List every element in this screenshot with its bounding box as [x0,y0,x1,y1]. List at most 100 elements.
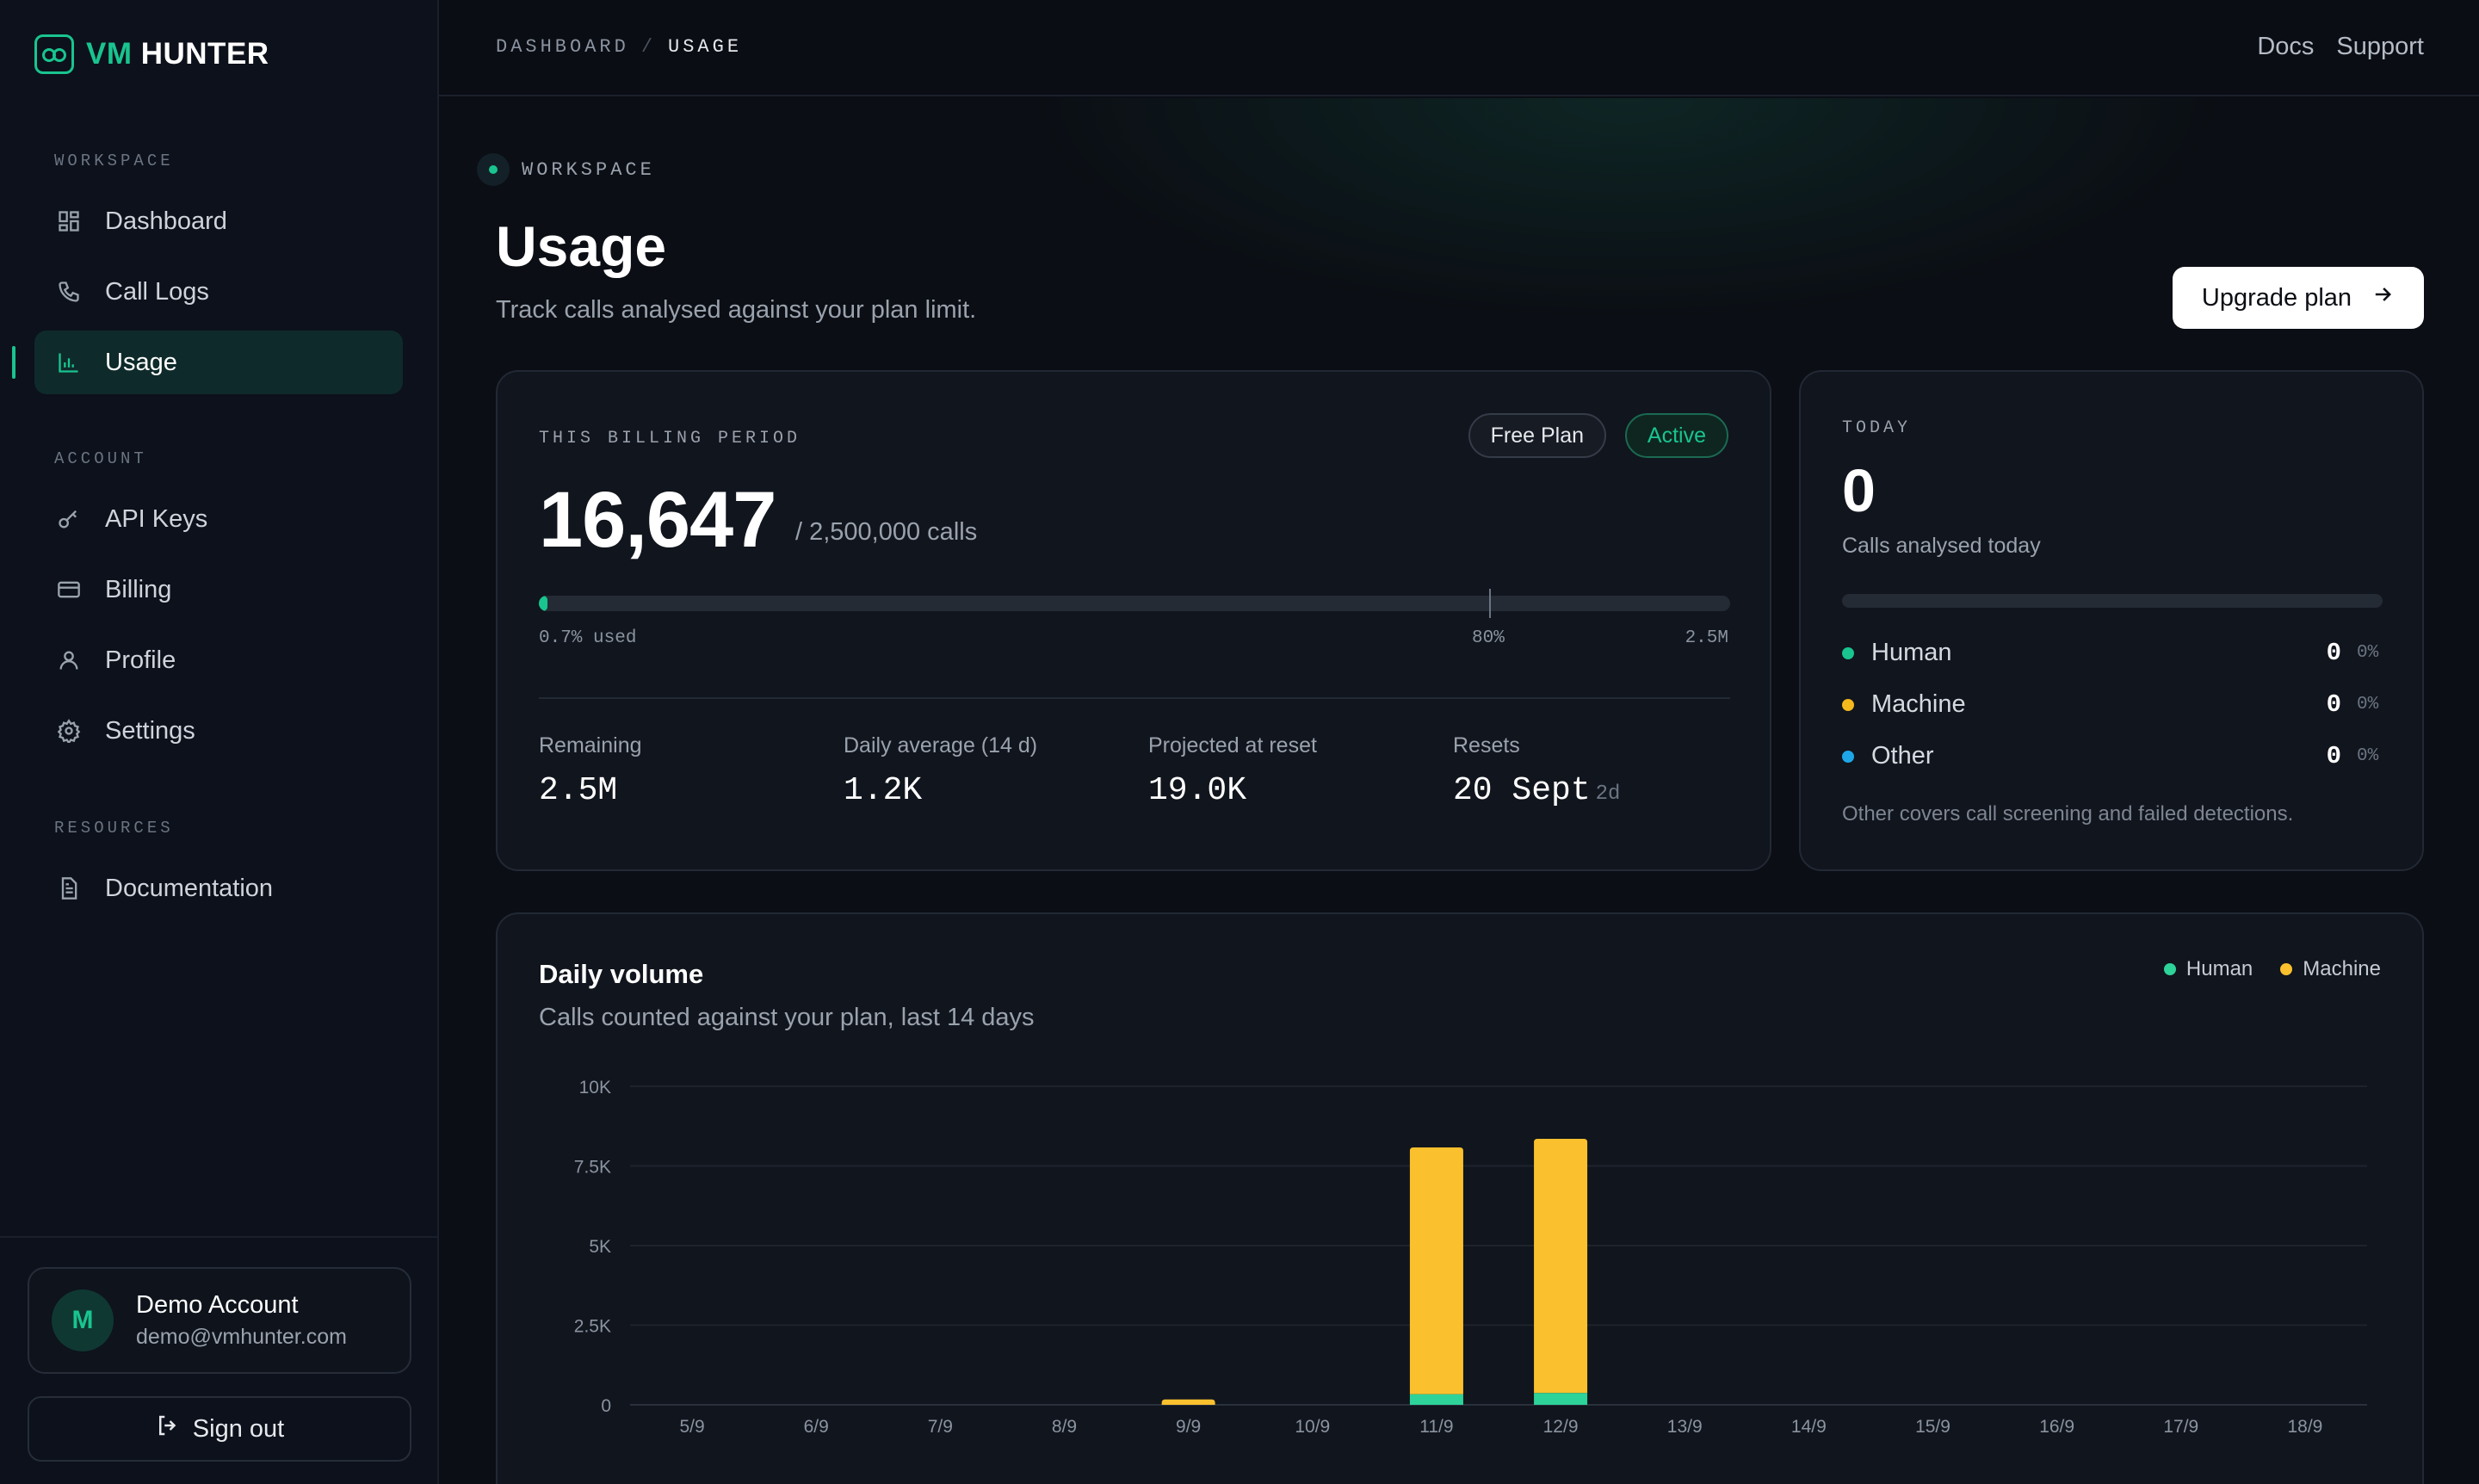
main-content: DASHBOARD / USAGE Docs Support WORKSPACE U… [439,0,2479,1484]
x-tick-label: 18/9 [2287,1417,2322,1437]
stat-value: 1.2K [844,772,923,809]
sidebar-item-label: Usage [105,348,177,376]
bar-human [1409,1394,1463,1405]
nav-heading-resources: RESOURCES [54,819,174,838]
daily-volume-card: Daily volume Calls counted against your … [496,912,2424,1484]
nav-heading-account: ACCOUNT [54,449,147,468]
account-name: Demo Account [136,1291,299,1319]
x-tick-label: 17/9 [2163,1417,2198,1437]
today-note: Other covers call screening and failed d… [1842,802,2294,825]
other-dot-icon [1842,750,1854,763]
page-title: Usage [496,214,667,278]
logo[interactable]: VM HUNTER [34,34,269,74]
sidebar-item-documentation[interactable]: Documentation [34,856,403,920]
stat-remaining: Remaining 2.5M [539,733,642,809]
brand-hunter: HUNTER [140,37,269,71]
user-icon [55,646,83,674]
nav-heading-workspace: WORKSPACE [54,151,174,170]
support-link[interactable]: Support [2336,33,2424,61]
sign-out-label: Sign out [192,1414,285,1443]
breakdown-label: Machine [1871,690,1966,718]
breakdown-percent: 0% [2357,695,2379,714]
breakdown-count: 0 [2326,690,2341,719]
sidebar-item-label: API Keys [105,504,208,533]
sidebar-item-call-logs[interactable]: Call Logs [34,260,403,324]
y-tick-label: 10K [579,1078,611,1098]
sidebar-item-api-keys[interactable]: API Keys [34,487,403,551]
sidebar-item-label: Profile [105,646,176,674]
today-card: TODAY 0 Calls analysed today Human 0 0% … [1799,370,2424,871]
docs-link[interactable]: Docs [2257,33,2314,61]
upgrade-plan-label: Upgrade plan [2201,283,2352,312]
key-icon [55,505,83,533]
limit-label: 2.5M [1685,628,1728,648]
breakdown-percent: 0% [2357,746,2379,766]
stat-label: Resets [1453,733,1520,757]
account-email: demo@vmhunter.com [136,1325,347,1349]
sidebar-item-dashboard[interactable]: Dashboard [34,189,403,253]
threshold-marker [1489,589,1491,618]
section-eyebrow: WORKSPACE [477,153,655,186]
top-links: Docs Support [2257,33,2424,61]
bar-chart-icon [55,349,83,376]
reset-days-left: 2d [1595,782,1621,806]
stat-projected: Projected at reset 19.0K [1148,733,1317,809]
x-tick-label: 16/9 [2039,1417,2074,1437]
eyebrow-label: WORKSPACE [522,158,655,181]
sidebar-item-label: Billing [105,575,172,603]
upgrade-plan-button[interactable]: Upgrade plan [2173,267,2424,329]
breadcrumb-dashboard[interactable]: DASHBOARD [496,36,629,58]
nav-resources: RESOURCES Documentation [34,819,403,927]
x-tick-label: 10/9 [1295,1417,1330,1437]
x-tick-label: 12/9 [1543,1417,1579,1437]
breakdown-row-other: Other 0 0% [1842,742,2383,770]
y-tick-label: 0 [601,1396,611,1416]
today-label: TODAY [1842,418,1912,438]
y-tick-label: 7.5K [574,1158,611,1178]
billing-period-card: THIS BILLING PERIOD Free Plan Active 16,… [496,370,1771,871]
sidebar-item-label: Settings [105,716,195,745]
arrow-right-icon [2371,282,2395,313]
today-count: 0 [1842,457,1876,524]
sidebar-item-usage[interactable]: Usage [12,331,403,394]
bar-human [1534,1393,1588,1405]
breadcrumb-usage: USAGE [668,36,743,58]
sidebar-item-settings[interactable]: Settings [34,699,403,763]
threshold-label: 80% [1472,628,1505,648]
avatar: M [52,1289,114,1351]
y-tick-label: 5K [589,1237,611,1257]
daily-volume-chart: 0 2.5K 5K 7.5K 10K 5/9 6/9 7/9 8/9 9/9 10/9 11/9 12/… [574,1078,2367,1437]
brand-vm: VM [86,37,133,71]
breakdown-count: 0 [2326,742,2341,770]
bar-machine [1161,1399,1215,1405]
sidebar-item-billing[interactable]: Billing [34,558,403,621]
sign-out-button[interactable]: Sign out [28,1396,411,1462]
breakdown-row-machine: Machine 0 0% [1842,690,2383,719]
credit-card-icon [55,576,83,603]
breadcrumb: DASHBOARD / USAGE [496,36,742,58]
plan-badge: Free Plan [1468,413,1606,458]
used-percent-label: 0.7% used [539,628,637,648]
sidebar-item-profile[interactable]: Profile [34,628,403,692]
bar-machine [1534,1139,1588,1394]
divider [539,697,1730,699]
dashboard-icon [55,207,83,235]
sidebar-item-label: Call Logs [105,277,209,306]
stat-value: 20 Sept 2d [1453,772,1621,809]
account-card[interactable]: M Demo Account demo@vmhunter.com [28,1267,411,1374]
x-tick-label: 11/9 [1419,1417,1453,1437]
top-bar: DASHBOARD / USAGE Docs Support [439,0,2479,96]
breakdown-count: 0 [2326,639,2341,667]
breadcrumb-separator: / [640,36,657,58]
page-subtitle: Track calls analysed against your plan l… [496,296,977,324]
calls-limit: / 2,500,000 calls [795,518,978,546]
sidebar: VM HUNTER WORKSPACE Dashboard Call Logs … [0,0,439,1484]
nav-workspace: WORKSPACE Dashboard Call Logs Usage [12,151,403,401]
x-tick-label: 14/9 [1791,1417,1827,1437]
x-tick-label: 8/9 [1052,1417,1077,1437]
usage-progress-fill [539,596,547,611]
breakdown-label: Human [1871,639,1952,666]
brand-name: VM HUNTER [86,37,269,71]
sidebar-item-label: Documentation [105,874,274,902]
breakdown-row-human: Human 0 0% [1842,639,2383,667]
